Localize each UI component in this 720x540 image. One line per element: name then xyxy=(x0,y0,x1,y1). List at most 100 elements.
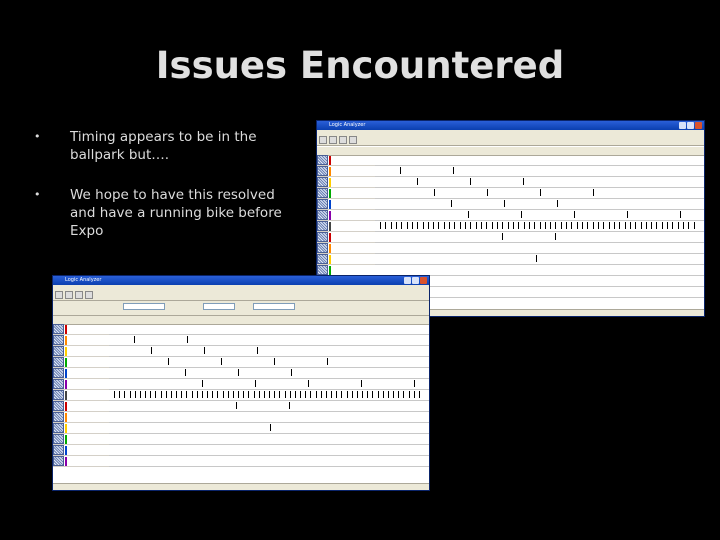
signal-row[interactable] xyxy=(53,379,109,390)
pulse-edge xyxy=(438,222,440,229)
pulse-edge xyxy=(624,222,626,229)
window-titlebar[interactable]: Logic Analyzer xyxy=(53,276,429,285)
toolbar-button[interactable] xyxy=(85,291,93,299)
maximize-icon[interactable] xyxy=(412,277,419,284)
waveform-row xyxy=(375,177,704,188)
signal-row[interactable] xyxy=(317,254,375,265)
pulse-edge xyxy=(356,391,358,398)
settings-bar xyxy=(53,301,429,316)
pulse-edge xyxy=(207,391,208,398)
signal-row[interactable] xyxy=(53,357,109,368)
waveform-row xyxy=(109,445,429,456)
waveform-row xyxy=(109,357,429,368)
sample-rate-field[interactable] xyxy=(123,303,165,310)
waveform-area[interactable] xyxy=(109,324,429,467)
pulse-edge xyxy=(507,222,509,229)
pulse-edge xyxy=(310,391,312,398)
signal-row[interactable] xyxy=(53,368,109,379)
signal-row[interactable] xyxy=(53,324,109,335)
signal-row[interactable] xyxy=(53,412,109,423)
pulse-edge xyxy=(119,391,121,398)
close-icon[interactable] xyxy=(420,277,427,284)
channel-color-swatch xyxy=(329,188,331,198)
toolbar-button[interactable] xyxy=(75,291,83,299)
pulse-edge xyxy=(422,222,424,229)
minimize-icon[interactable] xyxy=(404,277,411,284)
signal-row[interactable] xyxy=(317,199,375,210)
pulse-edge xyxy=(398,391,400,398)
signal-row[interactable] xyxy=(317,221,375,232)
waveform-row xyxy=(375,155,704,166)
toolbar-button[interactable] xyxy=(329,136,337,144)
pulse-edge xyxy=(279,391,281,398)
signal-row[interactable] xyxy=(317,232,375,243)
toolbar-button[interactable] xyxy=(349,136,357,144)
pulse-edge xyxy=(487,189,488,196)
minimize-icon[interactable] xyxy=(679,122,686,129)
pulse-edge xyxy=(300,391,301,398)
signal-row[interactable] xyxy=(53,346,109,357)
channel-color-swatch xyxy=(65,390,67,400)
channel-color-swatch xyxy=(65,379,67,389)
pulse-edge xyxy=(536,255,537,262)
signal-row[interactable] xyxy=(317,243,375,254)
pulse-edge xyxy=(667,222,669,229)
pulse-edge xyxy=(408,391,410,398)
waveform-panel xyxy=(53,316,429,484)
pulse-edge xyxy=(411,222,413,229)
pulse-edge xyxy=(613,222,615,229)
channel-color-swatch xyxy=(329,254,331,264)
pulse-edge xyxy=(603,222,605,229)
waveform-row xyxy=(109,324,429,335)
pulse-edge xyxy=(346,391,348,398)
pulse-edge xyxy=(351,391,353,398)
toolbar-button[interactable] xyxy=(319,136,327,144)
pulse-edge xyxy=(236,402,237,409)
waveform-row xyxy=(109,390,429,401)
signal-row[interactable] xyxy=(317,177,375,188)
pulse-edge xyxy=(176,391,177,398)
signal-row[interactable] xyxy=(317,155,375,166)
signal-row[interactable] xyxy=(53,445,109,456)
pulse-edge xyxy=(325,391,327,398)
channel-color-swatch xyxy=(65,368,67,378)
signal-row[interactable] xyxy=(317,210,375,221)
pulse-edge xyxy=(401,222,403,229)
window-titlebar[interactable]: Logic Analyzer xyxy=(317,121,704,130)
channel-color-swatch xyxy=(65,445,67,455)
signal-row[interactable] xyxy=(317,188,375,199)
pulse-edge xyxy=(449,222,451,229)
toolbar-button[interactable] xyxy=(65,291,73,299)
pulse-edge xyxy=(555,233,556,240)
signal-row[interactable] xyxy=(317,166,375,177)
signal-row[interactable] xyxy=(53,401,109,412)
pulse-edge xyxy=(523,222,525,229)
toolbar-button[interactable] xyxy=(339,136,347,144)
signal-row[interactable] xyxy=(53,335,109,346)
pulse-edge xyxy=(222,391,224,398)
logic-analyzer-window-front[interactable]: Logic Analyzer xyxy=(52,275,430,491)
pulse-edge xyxy=(560,222,562,229)
pulse-edge xyxy=(475,222,477,229)
channel-color-swatch xyxy=(329,232,331,242)
trigger-field[interactable] xyxy=(203,303,235,310)
pulse-edge xyxy=(221,358,222,365)
signal-row[interactable] xyxy=(53,423,109,434)
bullet-item: • Timing appears to be in the ballpark b… xyxy=(34,128,304,164)
samples-field[interactable] xyxy=(253,303,295,310)
pulse-edge xyxy=(134,391,136,398)
close-icon[interactable] xyxy=(695,122,702,129)
signal-row[interactable] xyxy=(53,390,109,401)
pulse-edge xyxy=(380,222,381,229)
window-title: Logic Analyzer xyxy=(329,122,366,128)
toolbar-button[interactable] xyxy=(55,291,63,299)
signal-row[interactable] xyxy=(53,434,109,445)
pulse-edge xyxy=(465,222,467,229)
signal-row[interactable] xyxy=(53,456,109,467)
maximize-icon[interactable] xyxy=(687,122,694,129)
pulse-edge xyxy=(574,211,575,218)
pulse-edge xyxy=(270,424,271,431)
channel-icon xyxy=(53,368,64,378)
pulse-edge xyxy=(395,222,397,229)
waveform-row xyxy=(109,335,429,346)
